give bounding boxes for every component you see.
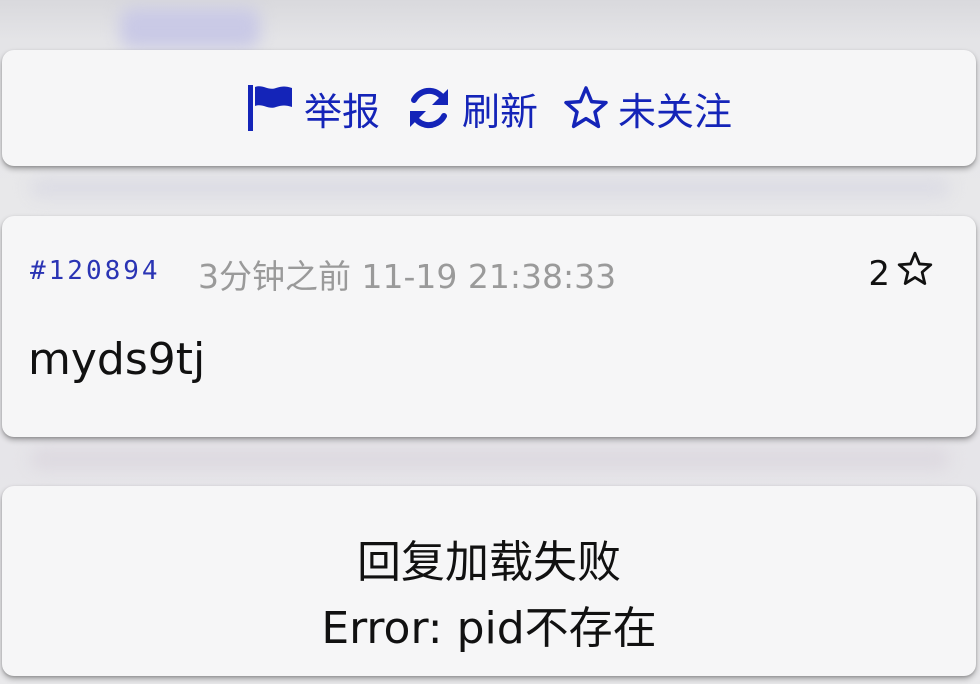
post-body: myds9tj xyxy=(28,334,206,385)
report-label: 举报 xyxy=(303,89,380,134)
star-outline-icon xyxy=(896,250,934,297)
timestamp: 11-19 21:38:33 xyxy=(361,257,617,296)
replies-error-card: 回复加载失败 Error: pid不存在 xyxy=(2,486,976,676)
report-button[interactable]: 举报 xyxy=(246,81,380,136)
post-card: #120894 3分钟之前 11-19 21:38:33 2 myds9tj xyxy=(2,216,976,437)
background-blur xyxy=(30,448,950,470)
flag-icon xyxy=(246,83,296,133)
star-outline-icon xyxy=(562,84,610,132)
post-action-bar: 举报 刷新 未关注 xyxy=(2,50,976,166)
relative-time: 3分钟之前 xyxy=(198,257,351,296)
background-blur xyxy=(30,178,950,198)
error-title: 回复加载失败 xyxy=(357,537,621,588)
follow-label: 未关注 xyxy=(618,89,733,134)
follow-button[interactable]: 未关注 xyxy=(562,81,732,136)
like-counter[interactable]: 2 xyxy=(868,250,934,297)
error-message: Error: pid不存在 xyxy=(321,603,657,654)
refresh-button[interactable]: 刷新 xyxy=(404,81,538,136)
refresh-icon xyxy=(404,83,454,133)
background-blur xyxy=(120,8,260,48)
post-id[interactable]: #120894 xyxy=(30,256,161,286)
like-count: 2 xyxy=(868,253,890,294)
refresh-label: 刷新 xyxy=(461,89,538,134)
post-time: 3分钟之前 11-19 21:38:33 xyxy=(198,250,616,298)
